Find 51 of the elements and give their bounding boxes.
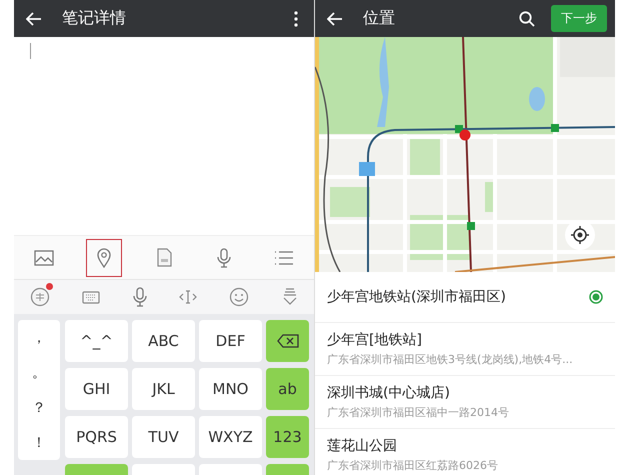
letter-key[interactable]: TUV xyxy=(132,416,195,458)
keyboard-icon[interactable] xyxy=(82,290,100,304)
backspace-icon xyxy=(276,334,298,348)
emoji-icon[interactable] xyxy=(229,287,250,307)
microphone-icon[interactable] xyxy=(217,248,231,268)
place-item[interactable]: 深圳书城(中心城店) 广东省深圳市福田区福中一路2014号 xyxy=(315,376,615,429)
map-drawing[interactable] xyxy=(315,37,615,272)
letter-key[interactable]: ^_^ xyxy=(65,320,128,362)
letter-key[interactable]: ABC xyxy=(132,320,195,362)
place-name: 少年宫地铁站(深圳市福田区) xyxy=(327,288,507,306)
letter-key[interactable]: WXYZ xyxy=(199,416,262,458)
place-item[interactable]: 莲花山公园 广东省深圳市福田区红荔路6026号 xyxy=(315,429,615,475)
input-method-icon[interactable] xyxy=(30,287,50,307)
punctuation-key[interactable]: ， xyxy=(32,328,46,346)
location-pin-icon xyxy=(459,129,471,141)
place-name: 深圳书城(中心城店) xyxy=(327,384,451,402)
mode-key[interactable]: ab xyxy=(266,368,309,410)
place-address: 广东省深圳市福田区地铁3号线(龙岗线),地铁4号... xyxy=(327,352,574,367)
letter-key[interactable]: PQRS xyxy=(65,416,128,458)
cursor-move-icon[interactable] xyxy=(179,289,198,305)
place-address: 广东省深圳市福田区福中一路2014号 xyxy=(327,405,510,420)
image-icon[interactable] xyxy=(34,250,54,266)
location-pin-icon[interactable] xyxy=(97,248,111,268)
toolbar-item[interactable] xyxy=(86,238,122,276)
place-address: 广东省深圳市福田区红荔路6026号 xyxy=(327,458,499,473)
screen-title: 位置 xyxy=(363,8,396,29)
text-cursor xyxy=(30,43,31,59)
punctuation-key[interactable]: ？ xyxy=(32,398,46,416)
back-arrow-icon[interactable] xyxy=(327,12,343,26)
letter-key[interactable]: JKL xyxy=(132,368,195,410)
more-menu-icon[interactable] xyxy=(294,10,298,26)
microphone-icon[interactable] xyxy=(132,287,147,307)
document-icon[interactable] xyxy=(156,248,172,267)
punctuation-key[interactable]: 。 xyxy=(32,364,46,382)
letter-key[interactable]: GHI xyxy=(65,368,128,410)
letter-key[interactable]: MNO xyxy=(199,368,262,410)
back-arrow-icon[interactable] xyxy=(26,12,42,26)
screen-title: 笔记详情 xyxy=(62,8,127,29)
place-name: 莲花山公园 xyxy=(327,437,398,455)
place-name: 少年宫[地铁站] xyxy=(327,331,423,349)
letter-key[interactable]: DEF xyxy=(199,320,262,362)
locate-icon xyxy=(570,225,590,245)
backspace-key[interactable] xyxy=(266,320,309,362)
search-icon[interactable] xyxy=(519,10,535,26)
punctuation-key[interactable]: ！ xyxy=(32,434,46,452)
radio-button[interactable] xyxy=(589,290,603,304)
place-item[interactable]: 少年宫地铁站(深圳市福田区) xyxy=(315,272,615,323)
place-item[interactable]: 少年宫[地铁站] 广东省深圳市福田区地铁3号线(龙岗线),地铁4号... xyxy=(315,323,615,376)
hide-keyboard-icon[interactable] xyxy=(282,288,298,306)
mode-key[interactable]: 123 xyxy=(266,416,309,458)
list-icon[interactable] xyxy=(274,250,294,264)
